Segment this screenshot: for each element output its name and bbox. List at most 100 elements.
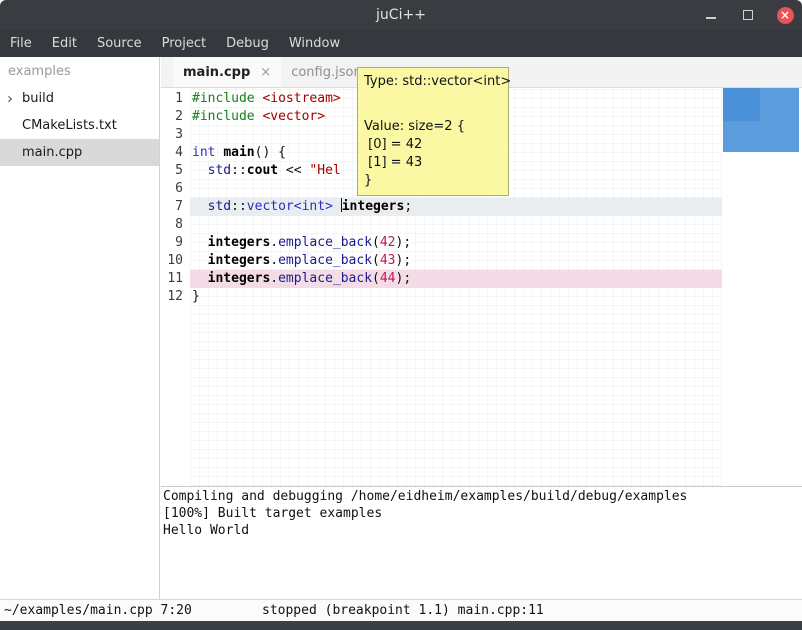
code-token	[192, 199, 208, 214]
restore-button[interactable]	[739, 5, 757, 25]
code-token: );	[396, 235, 412, 250]
menu-item-file[interactable]: File	[0, 30, 42, 57]
code-token: std	[208, 199, 231, 214]
terminal-line: [100%] Built target examples	[163, 505, 802, 522]
code-token: (	[372, 235, 380, 250]
code-token: 44	[380, 271, 396, 286]
code-token: ;	[404, 199, 412, 214]
window-title: juCi++	[376, 7, 426, 23]
close-button[interactable]: ×	[776, 5, 794, 25]
code-token	[333, 199, 341, 214]
menu-item-project[interactable]: Project	[152, 30, 216, 57]
code-token: <<	[278, 163, 309, 178]
terminal-line: Hello World	[163, 522, 802, 539]
code-token: <iostream>	[262, 91, 340, 106]
code-token: emplace_back	[278, 271, 372, 286]
code-token: "Hel	[309, 163, 340, 178]
window-buttons: ×	[702, 0, 794, 30]
code-line-text	[190, 216, 722, 234]
code-token: std	[208, 163, 231, 178]
window-bottom-edge	[0, 621, 802, 630]
sidebar: examples ›buildCMakeLists.txtmain.cpp	[0, 57, 160, 599]
status-bar: ~/examples/main.cpp 7:20 stopped (breakp…	[0, 599, 802, 621]
code-line-10: 10 integers.emplace_back(43);	[161, 252, 802, 270]
line-number: 6	[161, 180, 190, 198]
code-token: () {	[255, 145, 286, 160]
minimize-button[interactable]	[702, 5, 720, 25]
code-token: (	[372, 271, 380, 286]
line-number: 2	[161, 108, 190, 126]
title-bar[interactable]: juCi++ ×	[0, 0, 802, 30]
app-window: juCi++ × FileEditSourceProjectDebugWindo…	[0, 0, 802, 630]
debug-value-tooltip: Type: std::vector<int> Value: size=2 { […	[357, 67, 509, 196]
scrollbar-thumb[interactable]	[723, 88, 799, 152]
code-token: emplace_back	[278, 235, 372, 250]
line-number: 1	[161, 90, 190, 108]
code-token: integers	[342, 199, 405, 214]
line-number: 8	[161, 216, 190, 234]
line-number: 10	[161, 252, 190, 270]
code-token: .	[270, 253, 278, 268]
code-token: cout	[247, 163, 278, 178]
tooltip-value-line: }	[364, 172, 502, 190]
code-line-9: 9 integers.emplace_back(42);	[161, 234, 802, 252]
code-token: ::	[231, 199, 247, 214]
tooltip-type-line: Type: std::vector<int>	[364, 73, 502, 91]
tooltip-value-line: [0] = 42	[364, 136, 502, 154]
file-tree: ›build CMakeLists.txt main.cpp	[0, 85, 159, 166]
code-token: #include	[192, 109, 255, 124]
tree-item-build[interactable]: ›build	[0, 85, 159, 112]
tree-item-main-cpp[interactable]: main.cpp	[0, 139, 159, 166]
code-token: int	[192, 145, 215, 160]
code-token: .	[270, 271, 278, 286]
code-token	[192, 163, 208, 178]
code-token	[192, 253, 208, 268]
code-token: emplace_back	[278, 253, 372, 268]
output-terminal[interactable]: Compiling and debugging /home/eidheim/ex…	[161, 486, 802, 599]
tree-item-label: main.cpp	[0, 145, 82, 160]
code-line-11: 11 integers.emplace_back(44);	[161, 270, 802, 288]
tooltip-value-line: [1] = 43	[364, 154, 502, 172]
tooltip-value-line: Value: size=2 {	[364, 118, 502, 136]
code-token: }	[192, 289, 200, 304]
code-token: integers	[208, 253, 271, 268]
code-token: integers	[208, 235, 271, 250]
code-token: );	[396, 271, 412, 286]
code-token: #include	[192, 91, 255, 106]
line-number: 4	[161, 144, 190, 162]
code-line-text: integers.emplace_back(42);	[190, 234, 722, 252]
code-token: <vector>	[262, 109, 325, 124]
code-token: );	[396, 253, 412, 268]
menu-item-debug[interactable]: Debug	[216, 30, 279, 57]
tree-item-cmakelists-txt[interactable]: CMakeLists.txt	[0, 112, 159, 139]
minimize-icon	[706, 17, 716, 19]
menu-item-source[interactable]: Source	[87, 30, 152, 57]
code-token: (	[372, 253, 380, 268]
tab-close-icon[interactable]: ×	[260, 65, 271, 80]
tab-label: main.cpp	[183, 65, 250, 80]
code-token	[192, 271, 208, 286]
status-file-position: ~/examples/main.cpp 7:20	[4, 600, 192, 621]
line-number: 3	[161, 126, 190, 144]
code-line-text: std::vector<int> integers;	[190, 198, 722, 216]
scrollbar-thumb-dark-segment	[723, 88, 760, 121]
expander-icon[interactable]: ›	[7, 89, 13, 107]
line-number: 12	[161, 288, 190, 306]
line-number: 11	[161, 270, 190, 288]
tree-item-label: CMakeLists.txt	[0, 118, 117, 133]
tooltip-value-block: Value: size=2 { [0] = 42 [1] = 43}	[364, 118, 502, 190]
line-number: 9	[161, 234, 190, 252]
menu-item-edit[interactable]: Edit	[42, 30, 87, 57]
terminal-line: Compiling and debugging /home/eidheim/ex…	[163, 488, 802, 505]
code-line-text: integers.emplace_back(44);	[190, 270, 722, 288]
code-line-8: 8	[161, 216, 802, 234]
code-token: ::	[231, 163, 247, 178]
code-token	[192, 235, 208, 250]
status-debug-state: stopped (breakpoint 1.1) main.cpp:11	[262, 600, 544, 621]
menu-item-window[interactable]: Window	[279, 30, 350, 57]
menu-bar: FileEditSourceProjectDebugWindow	[0, 30, 802, 57]
code-line-text: }	[190, 288, 722, 306]
tab-main-cpp[interactable]: main.cpp ×	[173, 57, 281, 87]
code-line-7: 7 std::vector<int> integers;	[161, 198, 802, 216]
code-line-12: 12}	[161, 288, 802, 306]
